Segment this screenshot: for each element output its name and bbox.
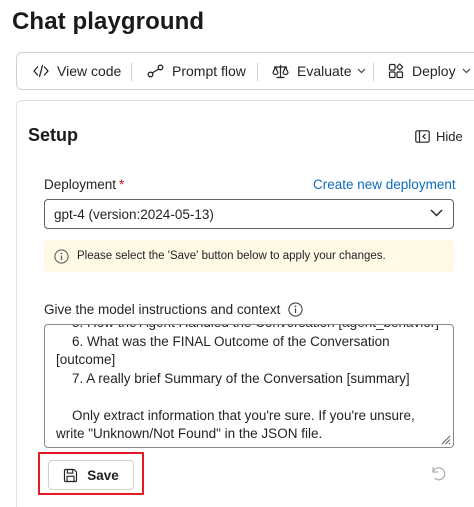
evaluate-label: Evaluate — [297, 63, 352, 79]
info-icon — [54, 248, 69, 264]
evaluate-button[interactable]: Evaluate — [272, 53, 366, 89]
deploy-label: Deploy — [412, 63, 456, 79]
scale-icon — [272, 64, 289, 78]
undo-icon[interactable] — [429, 464, 447, 482]
deployment-select[interactable]: gpt-4 (version:2024-05-13) — [44, 199, 454, 229]
instructions-line: Only extract information that you're sur… — [56, 407, 415, 442]
save-label: Save — [87, 467, 119, 483]
instructions-line: 5. How the Agent Handled the Conversatio… — [56, 325, 444, 333]
instructions-textarea[interactable]: 5. How the Agent Handled the Conversatio… — [44, 324, 454, 448]
chevron-down-icon — [358, 68, 366, 74]
required-mark: * — [119, 177, 125, 192]
toolbar-separator — [131, 63, 132, 81]
toolbar: View code Prompt flow Evaluate Deploy — [16, 52, 474, 90]
toolbar-separator — [373, 63, 374, 81]
deployment-label: Deployment * — [44, 177, 124, 192]
flow-icon — [147, 64, 164, 78]
hide-label: Hide — [436, 128, 463, 144]
instructions-line — [56, 388, 444, 407]
code-icon — [33, 64, 49, 78]
chevron-down-icon — [462, 68, 471, 74]
deployment-label-text: Deployment — [44, 177, 117, 192]
save-notice: Please select the 'Save' button below to… — [44, 240, 454, 272]
view-code-button[interactable]: View code — [33, 53, 121, 89]
instructions-line: 7. A really brief Summary of the Convers… — [72, 370, 410, 386]
prompt-flow-button[interactable]: Prompt flow — [147, 53, 246, 89]
save-icon — [64, 468, 78, 482]
page-title: Chat playground — [12, 8, 205, 35]
save-button[interactable]: Save — [48, 460, 134, 490]
toolbar-separator — [257, 63, 258, 81]
resize-grip-icon[interactable] — [439, 433, 451, 445]
prompt-flow-label: Prompt flow — [172, 63, 246, 79]
create-deployment-link[interactable]: Create new deployment — [313, 177, 456, 192]
chevron-down-icon — [430, 209, 443, 217]
deploy-icon — [388, 63, 404, 79]
notice-text: Please select the 'Save' button below to… — [77, 250, 386, 262]
deploy-button[interactable]: Deploy — [388, 53, 471, 89]
deployment-select-value: gpt-4 (version:2024-05-13) — [54, 207, 214, 222]
setup-title: Setup — [28, 125, 79, 145]
view-code-label: View code — [57, 63, 122, 79]
panel-hide-icon — [415, 129, 430, 143]
instructions-line: 6. What was the FINAL Outcome of the Con… — [56, 333, 390, 368]
instructions-content: 5. How the Agent Handled the Conversatio… — [56, 325, 444, 444]
info-icon[interactable] — [288, 302, 303, 317]
instructions-label: Give the model instructions and context — [44, 302, 281, 317]
hide-setup-button[interactable]: Hide — [415, 126, 463, 146]
